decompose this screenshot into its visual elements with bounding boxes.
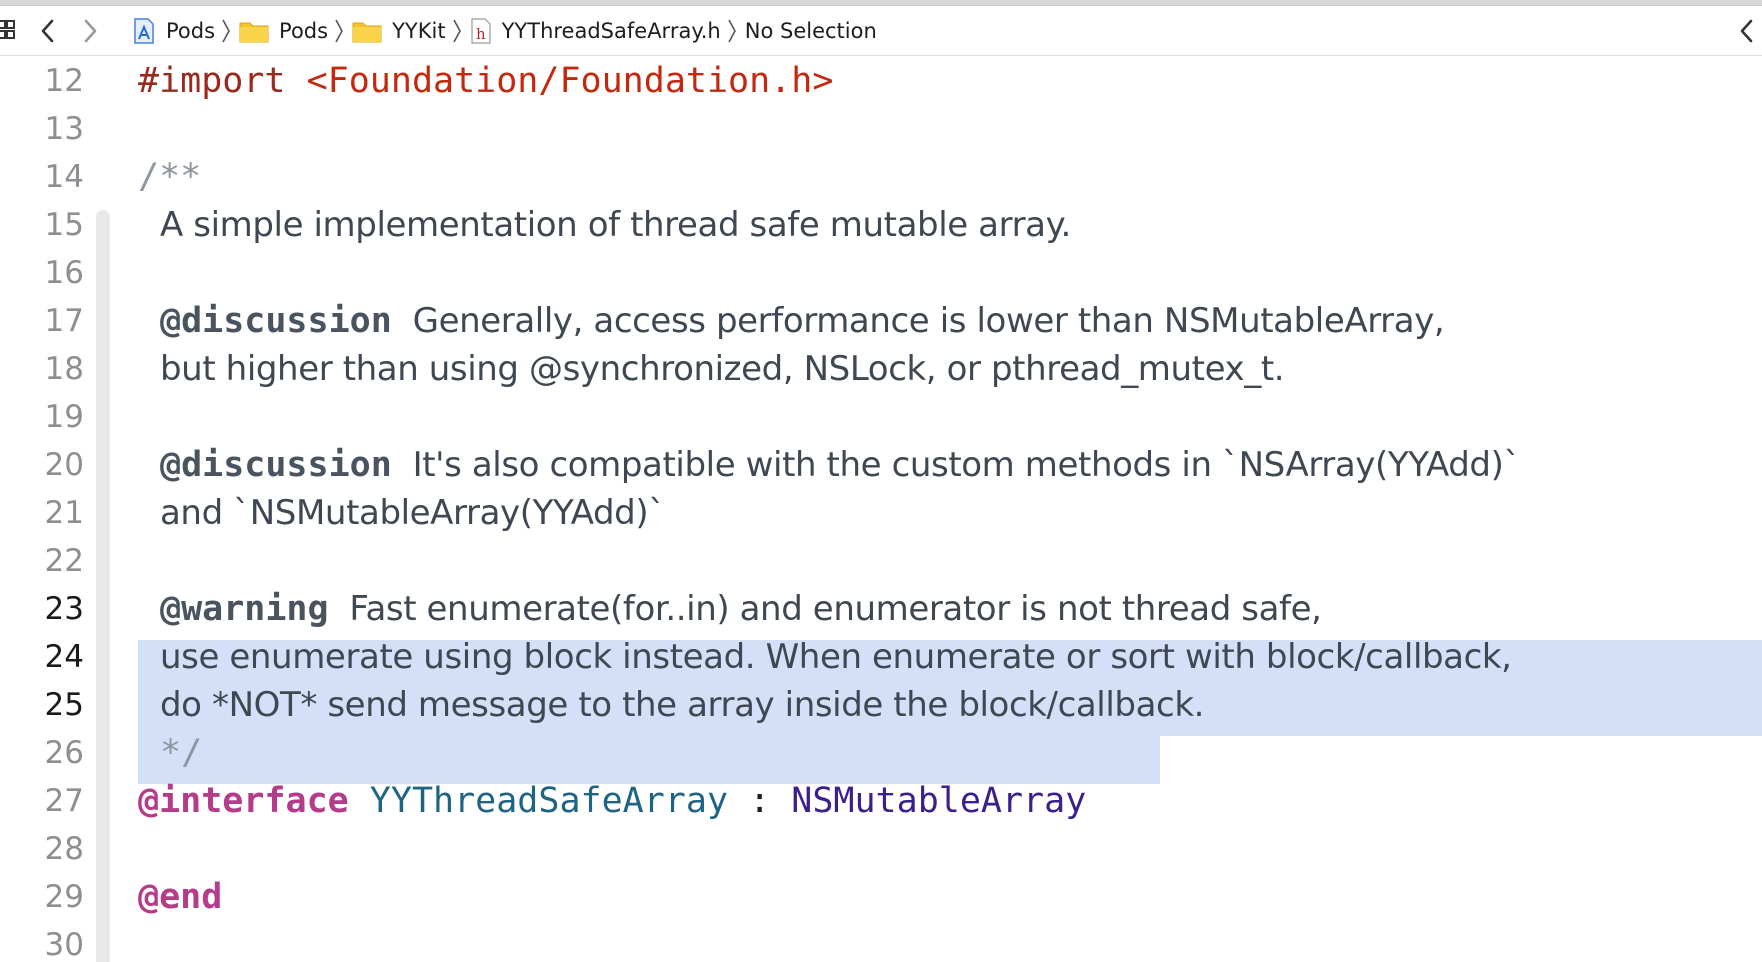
line-number: 30	[44, 927, 84, 962]
line-number: 25	[44, 687, 84, 723]
code-line: 12 #import <Foundation/Foundation.h>	[0, 57, 1762, 105]
breadcrumb-item-pods-project[interactable]: Pods	[132, 6, 215, 56]
folder-icon	[352, 19, 382, 43]
line-number: 14	[44, 159, 84, 195]
inheritance-colon: :	[749, 781, 771, 821]
breadcrumb-label: YYThreadSafeArray.h	[501, 19, 721, 43]
breadcrumb-item-header-file[interactable]: h YYThreadSafeArray.h	[470, 6, 721, 56]
line-number: 29	[44, 879, 84, 915]
breadcrumb-separator-icon	[452, 18, 462, 44]
chevron-right-icon	[84, 19, 97, 43]
line-number: 12	[44, 63, 84, 99]
code-line: 19	[0, 393, 1762, 441]
breadcrumb-label: No Selection	[744, 19, 877, 43]
doc-comment-text[interactable]: but higher than using @synchronized, NSL…	[160, 345, 1285, 393]
doc-comment-text[interactable]: and `NSMutableArray(YYAdd)`	[160, 489, 665, 537]
breadcrumb-item-no-selection[interactable]: No Selection	[745, 6, 877, 56]
related-items-back-button[interactable]	[1732, 6, 1762, 56]
code-line: 25 do *NOT* send message to the array in…	[0, 681, 1762, 729]
line-number: 13	[44, 111, 84, 147]
code-line: 26 */	[0, 729, 1762, 777]
line-number: 15	[44, 207, 84, 243]
code-line: 28	[0, 825, 1762, 873]
comment-close[interactable]: */	[160, 729, 202, 777]
line-number: 24	[44, 639, 84, 675]
related-items-grid-icon[interactable]	[0, 6, 16, 56]
code-line: 16	[0, 249, 1762, 297]
doc-tag-text: It's also compatible with the custom met…	[412, 445, 1521, 485]
line-number: 21	[44, 495, 84, 531]
chevron-left-icon	[1740, 19, 1753, 43]
code-line: 14 /**	[0, 153, 1762, 201]
project-icon	[132, 17, 156, 45]
import-keyword: #import	[138, 61, 286, 101]
superclass-name: NSMutableArray	[791, 781, 1087, 821]
line-number: 20	[44, 447, 84, 483]
doc-comment-text[interactable]: @discussion It's also compatible with th…	[160, 441, 1520, 489]
code-line: 30	[0, 921, 1762, 962]
code-line: 22	[0, 537, 1762, 585]
doc-tag: @discussion	[160, 301, 392, 341]
header-file-icon: h	[470, 17, 492, 45]
breadcrumb-label: Pods	[166, 19, 216, 43]
forward-button[interactable]	[76, 6, 104, 56]
breadcrumb: Pods Pods YYKit h YYThreadSafeArray.h No…	[132, 6, 877, 56]
code-line: 29 @end	[0, 873, 1762, 921]
chevron-left-icon	[41, 19, 54, 43]
code-text[interactable]: @interface YYThreadSafeArray : NSMutable…	[138, 777, 1086, 825]
jump-bar: Pods Pods YYKit h YYThreadSafeArray.h No…	[0, 6, 1762, 56]
code-line: 18 but higher than using @synchronized, …	[0, 345, 1762, 393]
line-number: 19	[44, 399, 84, 435]
breadcrumb-item-pods-folder[interactable]: Pods	[239, 6, 328, 56]
doc-tag-text: Generally, access performance is lower t…	[412, 301, 1445, 341]
doc-comment-text[interactable]: A simple implementation of thread safe m…	[160, 201, 1071, 249]
doc-comment-text[interactable]: do *NOT* send message to the array insid…	[160, 681, 1204, 729]
code-line: 13	[0, 105, 1762, 153]
end-keyword[interactable]: @end	[138, 873, 222, 921]
line-number: 26	[44, 735, 84, 771]
code-line: 27 @interface YYThreadSafeArray : NSMuta…	[0, 777, 1762, 825]
line-number: 16	[44, 255, 84, 291]
doc-tag: @discussion	[160, 445, 392, 485]
breadcrumb-label: YYKit	[392, 19, 446, 43]
breadcrumb-item-yykit-folder[interactable]: YYKit	[352, 6, 446, 56]
folder-icon	[239, 19, 269, 43]
code-line: 24 use enumerate using block instead. Wh…	[0, 633, 1762, 681]
breadcrumb-label: Pods	[279, 19, 329, 43]
line-number: 22	[44, 543, 84, 579]
doc-tag-text: Fast enumerate(for..in) and enumerator i…	[349, 589, 1322, 629]
line-number: 17	[44, 303, 84, 339]
line-number: 18	[44, 351, 84, 387]
line-number: 28	[44, 831, 84, 867]
interface-keyword: @interface	[138, 781, 349, 821]
code-line: 20 @discussion It's also compatible with…	[0, 441, 1762, 489]
breadcrumb-separator-icon	[727, 18, 737, 44]
code-line: 23 @warning Fast enumerate(for..in) and …	[0, 585, 1762, 633]
doc-comment-text[interactable]: use enumerate using block instead. When …	[160, 633, 1512, 681]
code-line: 15 A simple implementation of thread saf…	[0, 201, 1762, 249]
code-text[interactable]: #import <Foundation/Foundation.h>	[138, 57, 833, 105]
code-line: 17 @discussion Generally, access perform…	[0, 297, 1762, 345]
line-number: 23	[44, 591, 84, 627]
doc-comment-text[interactable]: @warning Fast enumerate(for..in) and enu…	[160, 585, 1322, 633]
breadcrumb-separator-icon	[334, 18, 344, 44]
doc-comment-text[interactable]: @discussion Generally, access performanc…	[160, 297, 1445, 345]
back-button[interactable]	[34, 6, 62, 56]
code-line: 21 and `NSMutableArray(YYAdd)`	[0, 489, 1762, 537]
source-editor[interactable]: 12 #import <Foundation/Foundation.h> 13 …	[0, 57, 1762, 962]
class-name: YYThreadSafeArray	[369, 781, 729, 821]
import-path: <Foundation/Foundation.h>	[306, 61, 834, 101]
breadcrumb-separator-icon	[221, 18, 231, 44]
svg-text:h: h	[476, 25, 486, 43]
line-number: 27	[44, 783, 84, 819]
comment-open[interactable]: /**	[138, 153, 201, 201]
doc-tag: @warning	[160, 589, 329, 629]
